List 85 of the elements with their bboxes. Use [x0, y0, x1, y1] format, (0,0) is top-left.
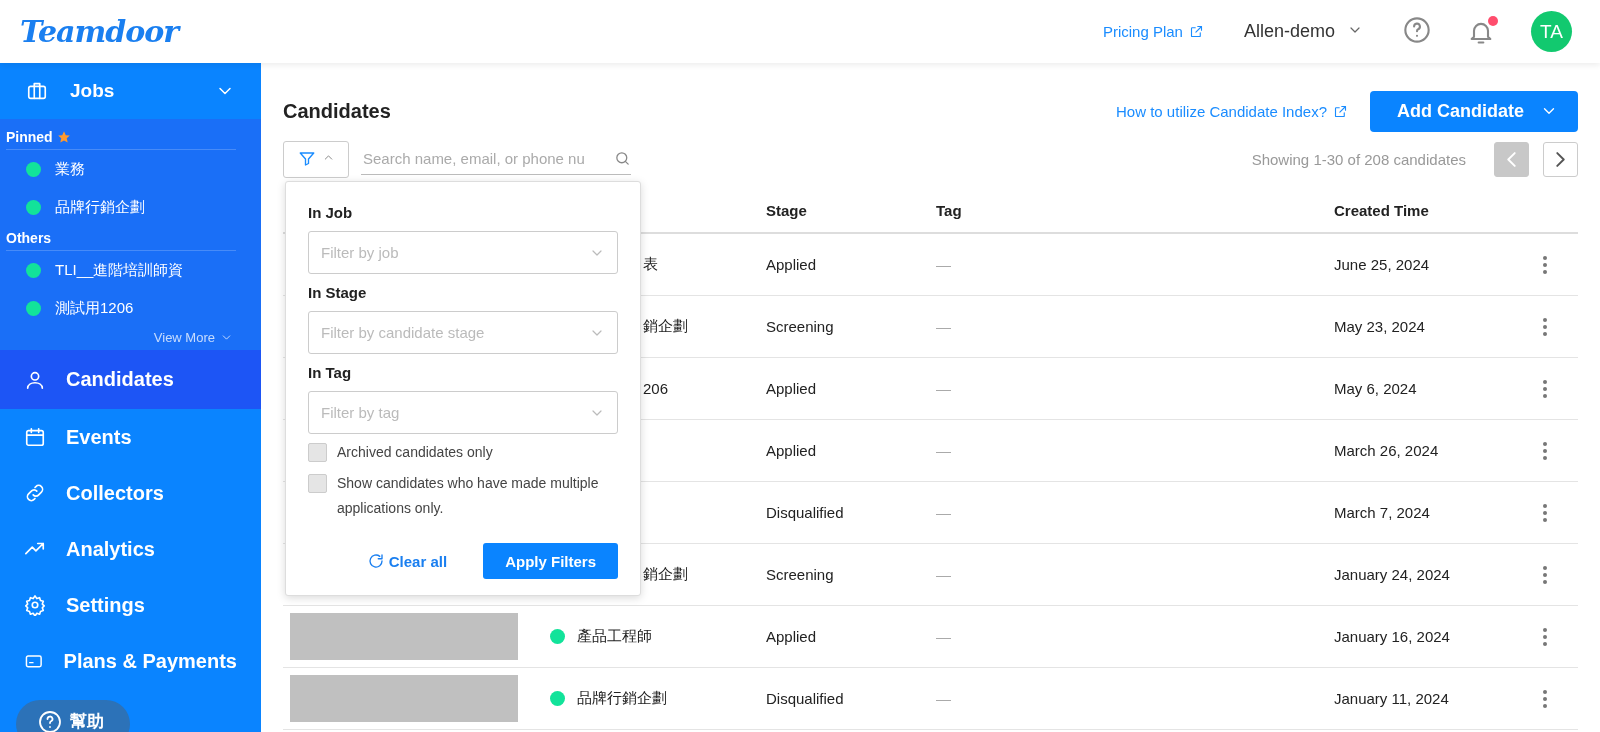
- more-icon[interactable]: [1542, 626, 1548, 647]
- group-title: Pinned: [6, 129, 53, 145]
- created-time-cell-text: March 26, 2024: [1334, 442, 1440, 459]
- column-header: Tag: [936, 201, 963, 219]
- stage-cell-text: Applied: [766, 628, 818, 645]
- filter-label: In Job: [308, 204, 354, 221]
- filter-label: In Stage: [308, 284, 368, 301]
- account-name[interactable]: Allen-demo: [1243, 21, 1335, 42]
- job-item[interactable]: 測試用1206: [6, 289, 134, 327]
- external-link-icon: [1333, 103, 1348, 119]
- help-link[interactable]: How to utilize Candidate Index?: [1116, 102, 1348, 120]
- job-name: 產品工程師: [577, 627, 652, 646]
- tag-cell-text: —: [936, 380, 952, 397]
- more-icon[interactable]: [1542, 316, 1548, 337]
- column-header: Stage: [766, 201, 808, 219]
- tag-cell-text: —: [936, 504, 952, 521]
- created-time-cell-text: June 25, 2024: [1334, 256, 1431, 273]
- filter-select[interactable]: Filter by tag: [308, 391, 618, 434]
- pricing-plan-link[interactable]: Pricing Plan: [1102, 23, 1204, 40]
- job-name: 銷企劃: [643, 565, 688, 582]
- chevron-left-icon: [1507, 151, 1516, 167]
- stage-cell-text: Disqualified: [766, 690, 845, 707]
- search-field[interactable]: Search name, email, or phone nu: [361, 143, 631, 175]
- stage-cell-text: Screening: [766, 566, 835, 583]
- job-name: 品牌行銷企劃: [577, 689, 667, 708]
- more-icon[interactable]: [1542, 564, 1548, 585]
- checkbox[interactable]: [308, 474, 327, 493]
- created-time-cell-text: January 11, 2024: [1334, 690, 1450, 707]
- more-icon[interactable]: [1542, 688, 1548, 709]
- help-icon: [1403, 15, 1431, 44]
- job-item[interactable]: 品牌行銷企劃: [6, 188, 145, 226]
- help-icon: [38, 710, 62, 732]
- filter-button[interactable]: [283, 140, 349, 178]
- filter-label: In Tag: [308, 364, 353, 381]
- column-header: Created Time: [1334, 201, 1430, 219]
- group-title: Others: [6, 230, 52, 246]
- tag-cell-text: —: [936, 690, 952, 707]
- tag-cell-text: —: [936, 442, 952, 459]
- checkbox-label: Archived candidates only: [337, 443, 493, 462]
- search-icon: [614, 150, 631, 167]
- link-icon: [24, 482, 46, 504]
- more-icon[interactable]: [1542, 378, 1548, 399]
- checkbox[interactable]: [308, 443, 327, 462]
- stage-cell-text: Disqualified: [766, 504, 845, 521]
- more-icon[interactable]: [1542, 254, 1548, 275]
- job-item[interactable]: TLI__進階培訓師資: [6, 251, 184, 289]
- more-icon[interactable]: [1542, 502, 1548, 523]
- apply-filters-button[interactable]: Apply Filters: [483, 543, 618, 579]
- tag-cell-text: —: [936, 628, 952, 645]
- add-candidate-button[interactable]: Add Candidate: [1370, 90, 1578, 132]
- job-name: 206: [643, 380, 669, 397]
- stage-cell-text: Applied: [766, 256, 818, 273]
- calendar-icon: [24, 426, 46, 448]
- filter-icon: [297, 150, 316, 168]
- view-more-button[interactable]: View More: [147, 329, 239, 346]
- refresh-icon: [366, 552, 385, 570]
- more-icon[interactable]: [1542, 440, 1548, 461]
- filter-select[interactable]: Filter by candidate stage: [308, 311, 618, 354]
- chevron-right-icon: [1556, 151, 1565, 167]
- created-time-cell-text: May 6, 2024: [1334, 380, 1418, 397]
- tag-cell-text: —: [936, 256, 952, 273]
- external-link-icon: [1188, 24, 1204, 39]
- stage-cell-text: Applied: [766, 380, 818, 397]
- user-avatar[interactable]: TA: [1531, 11, 1572, 52]
- gear-icon: [24, 594, 46, 616]
- stage-cell-text: Screening: [766, 318, 835, 335]
- page-title: Candidates: [283, 99, 392, 123]
- job-name: 表: [643, 255, 658, 272]
- job-name: 銷企劃: [643, 317, 688, 334]
- created-time-cell-text: January 16, 2024: [1334, 628, 1451, 645]
- nav-item[interactable]: Candidates: [0, 350, 261, 409]
- help-button[interactable]: 幫助: [16, 700, 130, 732]
- clear-all-button[interactable]: Clear all: [360, 551, 454, 571]
- created-time-cell-text: March 7, 2024: [1334, 504, 1431, 521]
- tag-cell-text: —: [936, 318, 952, 335]
- filter-select[interactable]: Filter by job: [308, 231, 618, 274]
- briefcase-icon: [26, 80, 48, 102]
- created-time-cell-text: May 23, 2024: [1334, 318, 1426, 335]
- next-page-button[interactable]: [1543, 141, 1578, 177]
- tag-cell-text: —: [936, 566, 952, 583]
- pagination-summary: Showing 1-30 of 208 candidates: [1251, 150, 1466, 168]
- job-item[interactable]: 業務: [6, 150, 85, 188]
- created-time-cell-text: January 24, 2024: [1334, 566, 1451, 583]
- stage-cell-text: Applied: [766, 442, 818, 459]
- checkbox-label: Show candidates who have made multiple applications only.: [337, 474, 600, 518]
